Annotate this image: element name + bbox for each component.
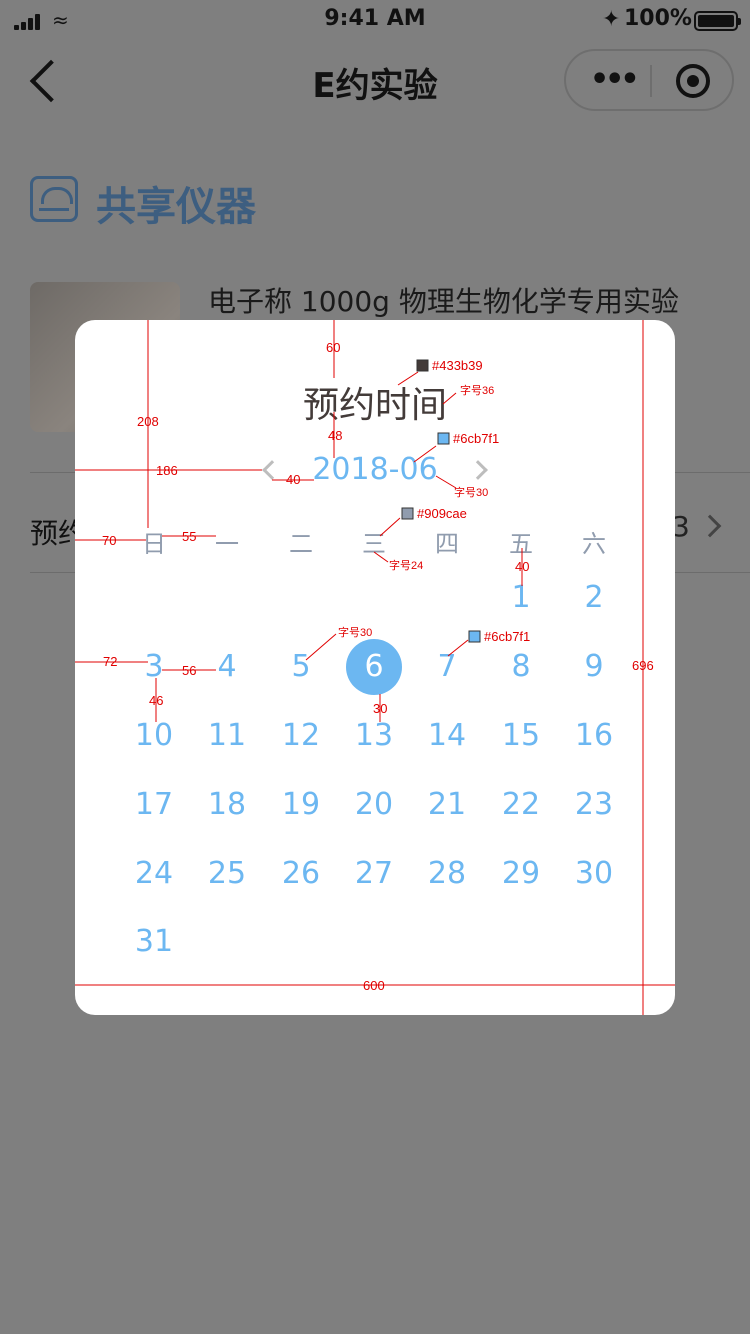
ann-46: 46 [149,693,163,708]
ann-color-month: #6cb7f1 [453,431,499,446]
measurement-annotations: 60 208 186 40 48 70 55 40 72 56 46 30 69… [75,320,675,1015]
ann-color-day: #6cb7f1 [484,629,530,644]
ann-60: 60 [326,340,340,355]
ann-208: 208 [137,414,159,429]
ann-font30b: 字号30 [338,625,372,639]
ann-696: 696 [632,658,654,673]
ann-font36: 字号36 [460,383,494,397]
ann-font24: 字号24 [389,558,423,572]
ann-600: 600 [363,978,385,993]
ann-40b: 40 [515,559,529,574]
ann-72: 72 [103,654,117,669]
ann-font30: 字号30 [454,485,488,499]
ann-color-title: #433b39 [432,358,483,373]
ann-55: 55 [182,529,196,544]
ann-70: 70 [102,533,116,548]
ann-30: 30 [373,701,387,716]
ann-color-weekday: #909cae [417,506,467,521]
ann-56: 56 [182,663,196,678]
ann-48: 48 [328,428,342,443]
ann-186: 186 [156,463,178,478]
ann-40: 40 [286,472,300,487]
